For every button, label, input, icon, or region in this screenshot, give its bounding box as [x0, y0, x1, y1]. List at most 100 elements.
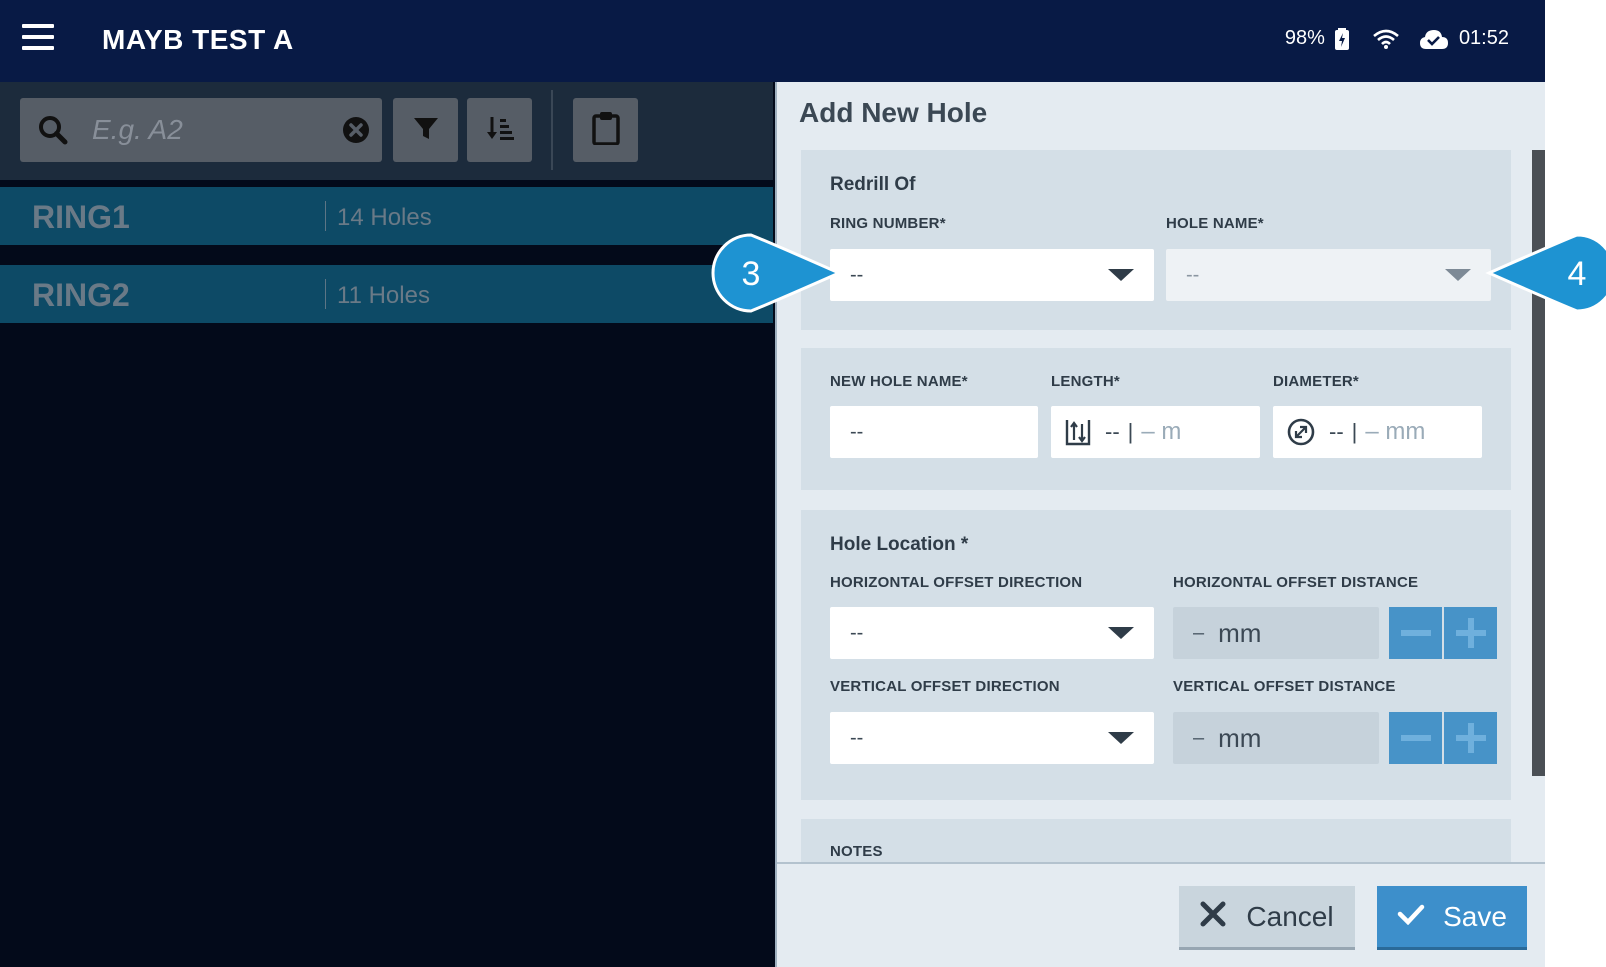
app-screen: MAYB TEST A 98% 01:52 E.g. A2 RING1 14 H… — [0, 0, 1545, 967]
app-title: MAYB TEST A — [102, 24, 294, 55]
diameter-separator: | — [1351, 419, 1358, 444]
search-icon — [38, 115, 68, 150]
checkmark-icon — [1397, 903, 1425, 930]
list-toolbar — [0, 82, 773, 180]
vertical-distance-label: VERTICAL OFFSET DISTANCE — [1173, 678, 1396, 695]
length-input[interactable]: -- | – m — [1051, 406, 1260, 458]
callout-number: 4 — [1567, 255, 1587, 293]
close-icon — [1200, 901, 1226, 932]
increment-button[interactable] — [1444, 712, 1497, 764]
search-box — [20, 98, 382, 162]
diameter-input[interactable]: -- | – mm — [1273, 406, 1482, 458]
hole-location-title: Hole Location * — [830, 534, 969, 555]
search-input[interactable] — [92, 110, 342, 150]
chevron-down-icon — [1445, 269, 1471, 281]
hole-details-card: NEW HOLE NAME* LENGTH* DIAMETER* -- -- |… — [801, 348, 1511, 490]
divider — [325, 279, 326, 309]
notes-label: NOTES — [830, 843, 883, 860]
hole-name-value: -- — [1186, 264, 1200, 286]
decrement-button[interactable] — [1389, 607, 1442, 659]
new-hole-name-label: NEW HOLE NAME* — [830, 373, 968, 390]
decrement-button[interactable] — [1389, 712, 1442, 764]
toolbar-divider — [551, 90, 553, 170]
horizontal-distance-stepper — [1389, 607, 1497, 659]
clipboard-icon — [591, 111, 620, 150]
wifi-icon — [1373, 29, 1399, 49]
vertical-distance-input[interactable]: – mm — [1173, 712, 1379, 764]
redrill-title: Redrill Of — [830, 174, 916, 195]
ring-list-item[interactable]: RING1 14 Holes — [0, 187, 773, 245]
vertical-distance-unit: mm — [1218, 722, 1262, 753]
horizontal-distance-input[interactable]: – mm — [1173, 607, 1379, 659]
horizontal-distance-unit: mm — [1218, 617, 1262, 648]
battery-percent: 98% — [1284, 27, 1325, 49]
minus-icon — [1400, 735, 1431, 741]
increment-button[interactable] — [1444, 607, 1497, 659]
ring-hole-count: 14 Holes — [337, 204, 432, 231]
new-hole-name-input[interactable]: -- — [830, 406, 1038, 458]
filter-icon — [412, 114, 440, 147]
horizontal-direction-label: HORIZONTAL OFFSET DIRECTION — [830, 574, 1083, 591]
cloud-check-icon — [1419, 28, 1449, 50]
ring-name: RING2 — [32, 277, 130, 313]
status-bar: 98% 01:52 — [1285, 27, 1509, 50]
hole-name-dropdown[interactable]: -- — [1166, 249, 1491, 301]
horizontal-distance-value: – — [1193, 621, 1205, 644]
filter-button[interactable] — [393, 98, 458, 162]
vertical-distance-stepper — [1389, 712, 1497, 764]
clear-search-icon[interactable] — [342, 116, 370, 149]
clock-time: 01:52 — [1458, 27, 1509, 49]
length-unit: – m — [1141, 418, 1182, 445]
hole-name-label: HOLE NAME* — [1166, 215, 1264, 232]
chevron-down-icon — [1108, 269, 1134, 281]
horizontal-distance-label: HORIZONTAL OFFSET DISTANCE — [1173, 574, 1419, 591]
sort-icon — [486, 114, 514, 147]
divider — [325, 201, 326, 231]
plus-icon — [1455, 723, 1486, 753]
vertical-direction-value: -- — [850, 727, 864, 749]
callout-badge-4: 4 — [1485, 233, 1606, 313]
form-footer: Cancel Save — [777, 862, 1545, 967]
battery-charging-icon — [1334, 27, 1349, 50]
diameter-value: -- — [1329, 419, 1344, 444]
plus-icon — [1455, 618, 1486, 648]
length-separator: | — [1127, 419, 1134, 444]
cancel-button[interactable]: Cancel — [1179, 886, 1355, 950]
ring-number-label: RING NUMBER* — [830, 215, 946, 232]
chevron-down-icon — [1108, 732, 1134, 744]
vertical-direction-dropdown[interactable]: -- — [830, 712, 1154, 764]
callout-badge-3: 3 — [711, 233, 843, 313]
ring-list-item[interactable]: RING2 11 Holes — [0, 265, 773, 323]
length-icon — [1065, 418, 1091, 446]
redrill-card: Redrill Of RING NUMBER* HOLE NAME* -- -- — [801, 150, 1511, 330]
hamburger-menu-icon[interactable] — [22, 24, 54, 52]
ring-list-panel: RING1 14 Holes RING2 11 Holes — [0, 82, 773, 967]
diameter-icon — [1287, 418, 1315, 446]
ring-name: RING1 — [32, 199, 130, 235]
sort-button[interactable] — [467, 98, 532, 162]
vertical-distance-value: – — [1193, 726, 1205, 749]
panel-title: Add New Hole — [799, 97, 988, 128]
diameter-unit: – mm — [1365, 418, 1426, 445]
horizontal-direction-value: -- — [850, 622, 864, 644]
top-bar: MAYB TEST A 98% 01:52 — [0, 0, 1545, 82]
new-hole-name-value: -- — [850, 421, 864, 443]
vertical-direction-label: VERTICAL OFFSET DIRECTION — [830, 678, 1060, 695]
length-value: -- — [1105, 419, 1120, 444]
clipboard-button[interactable] — [573, 98, 638, 162]
diameter-label: DIAMETER* — [1273, 373, 1359, 390]
ring-number-dropdown[interactable]: -- — [830, 249, 1154, 301]
notes-card: NOTES — [801, 819, 1511, 862]
callout-number: 3 — [741, 255, 761, 293]
add-hole-panel: Add New Hole Redrill Of RING NUMBER* HOL… — [775, 82, 1545, 967]
save-label: Save — [1443, 900, 1507, 932]
length-label: LENGTH* — [1051, 373, 1120, 390]
minus-icon — [1400, 630, 1431, 636]
save-button[interactable]: Save — [1377, 886, 1527, 950]
horizontal-direction-dropdown[interactable]: -- — [830, 607, 1154, 659]
cancel-label: Cancel — [1246, 900, 1334, 932]
ring-number-value: -- — [850, 264, 864, 286]
hole-location-card: Hole Location * HORIZONTAL OFFSET DIRECT… — [801, 510, 1511, 800]
ring-hole-count: 11 Holes — [337, 282, 430, 309]
chevron-down-icon — [1108, 627, 1134, 639]
